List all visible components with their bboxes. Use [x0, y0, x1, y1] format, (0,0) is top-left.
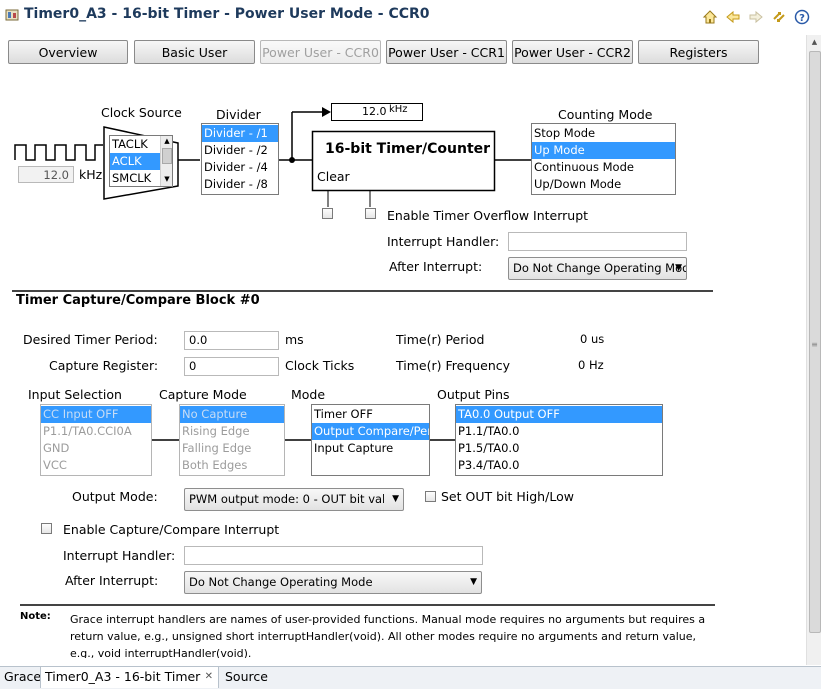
clock-frequency-field: 12.0 [18, 166, 74, 183]
overflow-after-interrupt-select[interactable]: Do Not Change Operating Mode ▼ [508, 257, 687, 280]
note-text: Grace interrupt handlers are names of us… [70, 613, 706, 658]
vertical-scrollbar[interactable]: ▲ ≡ [806, 35, 821, 665]
timer-counter-title: 16-bit Timer/Counter [325, 141, 491, 157]
list-item: Rising Edge [182, 424, 250, 438]
set-out-bit-label: Set OUT bit High/Low [441, 489, 574, 504]
list-item[interactable]: Divider - /1 [202, 125, 278, 142]
list-item: No Capture [180, 406, 284, 423]
set-out-bit-checkbox[interactable] [425, 491, 436, 502]
list-item[interactable]: P1.5/TA0.0 [456, 440, 662, 457]
timer-period-value: 0 us [580, 332, 605, 346]
tab-grace[interactable]: Grace [0, 667, 45, 688]
tab-source[interactable]: Source [221, 667, 272, 688]
capture-mode-list: No Capture Rising Edge Falling Edge Both… [179, 404, 285, 476]
chevron-down-icon: ▼ [470, 577, 477, 587]
clock-source-label: Clock Source [101, 105, 182, 120]
list-item: Both Edges [182, 458, 248, 472]
divider-list[interactable]: Divider - /1 Divider - /2 Divider - /4 D… [201, 123, 279, 195]
chevron-down-icon: ▼ [392, 494, 399, 504]
output-mode-label: Output Mode: [72, 489, 158, 504]
list-item: VCC [43, 458, 67, 472]
tab-label: Timer0_A3 - 16-bit Timer [45, 669, 201, 684]
chevron-down-icon: ▼ [675, 263, 682, 273]
counting-mode-label: Counting Mode [558, 107, 653, 122]
mode-label: Mode [291, 387, 326, 402]
list-item[interactable]: Divider - /2 [202, 142, 278, 159]
scrollbar[interactable]: ▲ ▼ [160, 136, 172, 186]
timer-frequency-value: 12.0 [362, 105, 387, 118]
overflow-interrupt-label: Enable Timer Overflow Interrupt [387, 208, 589, 223]
capture-mode-label: Capture Mode [159, 387, 247, 402]
input-selection-list: CC Input OFF P1.1/TA0.CCI0A GND VCC [40, 404, 152, 476]
scroll-up-icon[interactable]: ▲ [807, 35, 821, 49]
note-label: Note: [20, 611, 51, 622]
desired-period-unit: ms [285, 332, 304, 347]
ccr-block-title: Timer Capture/Compare Block #0 [16, 293, 260, 308]
overflow-interrupt-checkbox[interactable] [365, 208, 376, 219]
mode-list[interactable]: Timer OFF Output Compare/Period Input Ca… [311, 404, 430, 476]
list-item[interactable]: Up/Down Mode [532, 176, 675, 193]
list-item[interactable]: ACLK [110, 153, 160, 170]
tab-timer0-a3[interactable]: Timer0_A3 - 16-bit Timer ✕ [40, 667, 219, 688]
list-item[interactable]: P3.4/TA0.0 [456, 457, 662, 474]
list-item: P1.1/TA0.CCI0A [43, 424, 132, 438]
overflow-handler-input[interactable] [508, 232, 687, 251]
list-item[interactable]: TA0.0 Output OFF [456, 406, 662, 423]
close-icon[interactable]: ✕ [205, 667, 213, 687]
list-item[interactable]: Output Compare/Period [312, 423, 429, 440]
list-item[interactable]: SMCLK [110, 170, 160, 186]
ccr-after-interrupt-label: After Interrupt: [65, 573, 159, 588]
list-item[interactable]: TACLK [110, 136, 160, 153]
clock-source-list[interactable]: TACLK ACLK SMCLK ▲ ▼ [109, 135, 173, 187]
desired-period-label: Desired Timer Period: [23, 332, 158, 347]
section-divider [12, 290, 713, 292]
list-item: Falling Edge [182, 441, 252, 455]
enable-ccr-interrupt-label: Enable Capture/Compare Interrupt [63, 522, 280, 537]
list-item[interactable]: Input Capture [312, 440, 429, 457]
ccr-after-interrupt-select[interactable]: Do Not Change Operating Mode ▼ [184, 571, 482, 594]
list-item[interactable]: Timer OFF [312, 406, 429, 423]
list-item[interactable]: Stop Mode [532, 125, 675, 142]
timer-period-label: Time(r) Period [396, 332, 485, 347]
counting-mode-list[interactable]: Stop Mode Up Mode Continuous Mode Up/Dow… [531, 123, 676, 195]
selected-value: Do Not Change Operating Mode [189, 575, 373, 589]
timer-frequency-label: Time(r) Frequency [396, 358, 511, 373]
output-pins-list[interactable]: TA0.0 Output OFF P1.1/TA0.0 P1.5/TA0.0 P… [455, 404, 663, 476]
capture-register-label: Capture Register: [49, 358, 159, 373]
selected-value: Do Not Change Operating Mode [513, 261, 687, 275]
grip-icon: ≡ [811, 340, 818, 349]
timer-frequency-result: 0 Hz [578, 358, 604, 372]
output-pins-label: Output Pins [437, 387, 510, 402]
list-item[interactable]: Divider - /4 [202, 159, 278, 176]
clock-frequency-unit: kHz [79, 167, 103, 182]
input-selection-label: Input Selection [28, 387, 122, 402]
ccr-handler-label: Interrupt Handler: [63, 548, 176, 563]
divider-label: Divider [216, 107, 261, 122]
output-mode-select[interactable]: PWM output mode: 0 - OUT bit value ▼ [184, 488, 404, 511]
clear-timer-checkbox[interactable] [322, 208, 333, 219]
timer-clear-label: Clear [317, 169, 350, 184]
list-item[interactable]: Divider - /8 [202, 176, 278, 193]
list-item: GND [43, 441, 70, 455]
list-item[interactable]: Continuous Mode [532, 159, 675, 176]
list-item[interactable]: Up Mode [532, 142, 675, 159]
timer-frequency-display: 12.0 kHz [331, 103, 423, 121]
capture-register-input[interactable]: 0 [184, 357, 279, 376]
overflow-handler-label: Interrupt Handler: [387, 234, 500, 249]
overflow-after-interrupt-label: After Interrupt: [389, 259, 483, 274]
timer-frequency-unit: kHz [389, 104, 408, 115]
desired-period-input[interactable]: 0.0 [184, 331, 279, 350]
enable-ccr-interrupt-checkbox[interactable] [41, 523, 52, 534]
list-item: CC Input OFF [41, 406, 151, 423]
ccr-handler-input[interactable] [184, 546, 483, 565]
list-item[interactable]: P1.1/TA0.0 [456, 423, 662, 440]
capture-register-unit: Clock Ticks [285, 358, 355, 373]
selected-value: PWM output mode: 0 - OUT bit value [189, 492, 384, 506]
